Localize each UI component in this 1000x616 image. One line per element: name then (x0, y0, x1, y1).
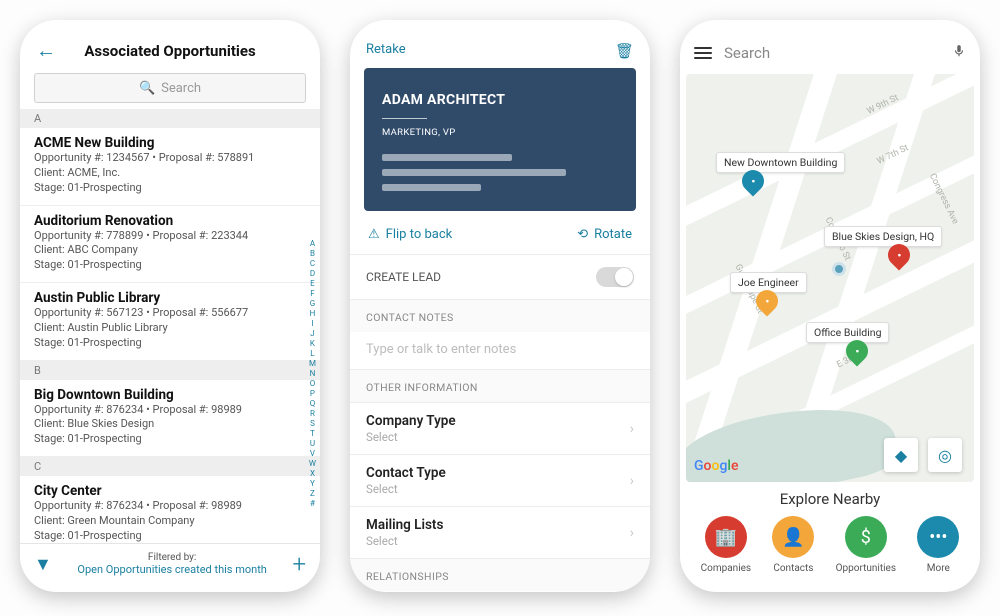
chevron-right-icon: › (630, 525, 634, 541)
map-pin[interactable]: New Downtown Building• (716, 152, 845, 176)
phone-notch (770, 20, 890, 42)
contact-type-row[interactable]: Contact TypeSelect › (350, 454, 650, 506)
explore-categories: 🏢Companies 👤Contacts $Opportunities •••More (680, 514, 980, 592)
phone-opportunities-list: ← Associated Opportunities 🔍 Search ABCD… (20, 20, 320, 592)
opportunity-row[interactable]: City Center Opportunity #: 876234 • Prop… (20, 476, 320, 543)
map-view[interactable]: W 9th St W 7th St Guadalupe St Colorado … (686, 74, 974, 482)
google-logo: Google (694, 458, 738, 474)
add-button[interactable]: + (292, 550, 306, 578)
map-pin[interactable]: Office Building• (806, 322, 889, 346)
explore-more[interactable]: •••More (917, 516, 959, 574)
map-pin-label[interactable]: New Downtown Building (716, 152, 845, 173)
opportunity-row[interactable]: Auditorium Renovation Opportunity #: 778… (20, 206, 320, 284)
explore-companies[interactable]: 🏢Companies (701, 516, 751, 574)
explore-title: Explore Nearby (680, 482, 980, 514)
card-name: ADAM ARCHITECT (382, 92, 618, 108)
search-placeholder: Search (161, 81, 201, 96)
opportunity-row[interactable]: Big Downtown Building Opportunity #: 876… (20, 380, 320, 458)
retake-button[interactable]: Retake (366, 42, 406, 60)
search-input[interactable]: Search (722, 44, 942, 62)
section-header: C (20, 457, 320, 476)
card-role: MARKETING, VP (382, 127, 618, 138)
filter-icon[interactable]: ▼ (34, 554, 52, 575)
phone-notch (110, 20, 230, 42)
section-header: A (20, 109, 320, 128)
footer-bar: ▼ Filtered by: Open Opportunities create… (20, 543, 320, 592)
menu-button[interactable] (694, 47, 712, 59)
section-header: B (20, 361, 320, 380)
opportunity-name: Auditorium Renovation (34, 213, 306, 229)
phone-notch (440, 20, 560, 42)
rotate-button[interactable]: ⟲Rotate (577, 227, 632, 242)
footer-label: Filtered by: (62, 552, 283, 563)
alphabet-index[interactable]: ABCDEFGHIJKLMNOPQRSTUVWXYZ# (309, 239, 316, 509)
create-lead-row: CREATE LEAD (350, 254, 650, 299)
search-icon: 🔍 (139, 81, 155, 96)
directions-fab[interactable]: ◆ (884, 438, 918, 472)
delete-button[interactable]: 🗑 (615, 42, 634, 60)
category-icon: ••• (917, 516, 959, 558)
map-pin[interactable]: Blue Skies Design, HQ• (824, 226, 942, 250)
locate-fab[interactable]: ◎ (928, 438, 962, 472)
opportunity-name: ACME New Building (34, 135, 306, 151)
rotate-icon: ⟲ (577, 227, 588, 242)
map-pin[interactable]: Joe Engineer• (730, 272, 807, 296)
opportunity-name: Austin Public Library (34, 290, 306, 306)
category-icon: 👤 (772, 516, 814, 558)
opportunity-name: Big Downtown Building (34, 387, 306, 403)
mailing-lists-row[interactable]: Mailing ListsSelect › (350, 506, 650, 558)
notes-input[interactable]: Type or talk to enter notes (350, 332, 650, 369)
create-lead-toggle[interactable] (596, 267, 634, 287)
explore-opportunities[interactable]: $Opportunities (836, 516, 896, 574)
back-button[interactable]: ← (34, 38, 58, 63)
current-location-dot (832, 262, 846, 276)
chevron-right-icon: › (630, 421, 634, 437)
contact-notes-header: CONTACT NOTES (350, 299, 650, 332)
opportunity-row[interactable]: Austin Public Library Opportunity #: 567… (20, 283, 320, 361)
business-card-preview: ADAM ARCHITECT MARKETING, VP (364, 68, 636, 211)
page-title: Associated Opportunities (64, 42, 276, 60)
opportunity-name: City Center (34, 483, 306, 499)
phone-business-card: Retake 🗑 ADAM ARCHITECT MARKETING, VP ⚠F… (350, 20, 650, 592)
chevron-right-icon: › (630, 473, 634, 489)
map-pin-label[interactable]: Blue Skies Design, HQ (824, 226, 942, 247)
mic-icon[interactable] (952, 42, 966, 64)
phone-map: Search W 9th St W 7th St Guadalupe St Co… (680, 20, 980, 592)
relationships-header: RELATIONSHIPS (350, 558, 650, 591)
category-icon: $ (845, 516, 887, 558)
footer-filter-link[interactable]: Open Opportunities created this month (62, 563, 283, 576)
company-type-row[interactable]: Company TypeSelect › (350, 402, 650, 454)
explore-contacts[interactable]: 👤Contacts (772, 516, 814, 574)
flip-icon: ⚠ (368, 227, 380, 242)
other-info-header: OTHER INFORMATION (350, 369, 650, 402)
category-icon: 🏢 (705, 516, 747, 558)
search-input[interactable]: 🔍 Search (34, 73, 306, 103)
flip-button[interactable]: ⚠Flip to back (368, 227, 452, 242)
opportunity-row[interactable]: ACME New Building Opportunity #: 1234567… (20, 128, 320, 206)
